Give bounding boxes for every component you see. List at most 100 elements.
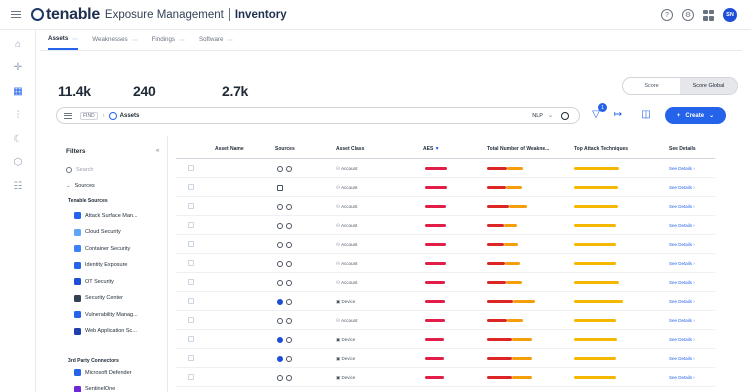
list-view-icon[interactable] — [64, 112, 72, 119]
row-checkbox[interactable] — [188, 355, 194, 361]
table-row[interactable]: ▣ Device See Details › — [176, 368, 715, 387]
sources-label: Sources — [74, 183, 95, 189]
filter-search[interactable]: Search — [66, 167, 93, 173]
analytics-icon[interactable]: ⫶ — [13, 111, 23, 121]
col-header-asset-name[interactable]: Asset Name — [215, 146, 244, 152]
see-details-link[interactable]: See Details › — [669, 299, 695, 304]
see-details-link[interactable]: See Details › — [669, 337, 695, 342]
source-filter-item[interactable]: Attack Surface Man... — [74, 212, 174, 219]
source-icon — [277, 166, 283, 172]
source-filter-item[interactable]: Security Center — [74, 294, 174, 302]
table-row[interactable]: ⚇ Account See Details › — [176, 159, 715, 178]
tab-weaknesses[interactable]: Weaknesses — [92, 35, 138, 50]
row-checkbox[interactable] — [188, 222, 194, 228]
source-filter-item[interactable]: Vulnerability Manag... — [74, 311, 174, 318]
col-header-aes[interactable]: AES ▼ — [423, 146, 440, 152]
row-checkbox[interactable] — [188, 203, 194, 209]
table-row[interactable]: ⚇ Account See Details › — [176, 311, 715, 330]
collapse-panel-icon[interactable]: « — [156, 148, 159, 154]
table-row[interactable]: ▣ Device See Details › — [176, 349, 715, 368]
see-details-link[interactable]: See Details › — [669, 356, 695, 361]
create-button[interactable]: + Create ⌄ — [665, 107, 726, 124]
see-details-link[interactable]: See Details › — [669, 223, 695, 228]
table-row[interactable]: ⚇ Account See Details › — [176, 178, 715, 197]
score-global-option[interactable]: Score Global — [680, 78, 737, 94]
nlp-mode-select[interactable]: NLP — [532, 113, 543, 119]
see-details-link[interactable]: See Details › — [669, 318, 695, 323]
col-header-sources[interactable]: Sources — [275, 146, 295, 152]
sources-group-toggle[interactable]: ⌄ Sources — [66, 183, 166, 189]
tab-software[interactable]: Software — [199, 35, 234, 50]
chevron-down-icon[interactable]: ⌄ — [548, 112, 553, 119]
asset-class: ⚇ Account — [336, 185, 357, 191]
chevron-right-icon: › — [693, 204, 695, 209]
columns-layout-icon[interactable]: ◫ — [640, 109, 652, 121]
user-avatar[interactable]: SN — [723, 8, 737, 22]
settings-gear-icon[interactable]: ⚙ — [682, 9, 694, 21]
see-details-link[interactable]: See Details › — [669, 185, 695, 190]
source-icon — [277, 242, 283, 248]
export-arrow-icon[interactable]: ↦ — [612, 109, 624, 121]
see-details-link[interactable]: See Details › — [669, 375, 695, 380]
reports-icon[interactable]: ☷ — [13, 182, 23, 192]
table-row[interactable]: ⚇ Account See Details › — [176, 254, 715, 273]
aes-bar — [425, 281, 445, 284]
see-details-link[interactable]: See Details › — [669, 204, 695, 209]
help-icon[interactable]: ? — [661, 9, 673, 21]
source-filter-item[interactable]: SentinelOne — [74, 385, 174, 392]
search-icon[interactable] — [561, 111, 569, 120]
table-row[interactable]: ⚇ Account See Details › — [176, 197, 715, 216]
source-filter-item[interactable]: Web Application Sc... — [74, 327, 174, 335]
source-filter-item[interactable]: Cloud Security — [74, 228, 174, 236]
score-option[interactable]: Score — [623, 78, 680, 94]
source-filter-item[interactable]: Microsoft Defender — [74, 369, 174, 376]
menu-icon[interactable] — [11, 10, 21, 19]
home-icon[interactable]: ⌂ — [13, 40, 23, 50]
table-row[interactable]: ⚇ Account See Details › — [176, 235, 715, 254]
see-details-link[interactable]: See Details › — [669, 261, 695, 266]
weakness-high-bar — [506, 281, 522, 284]
search-scope[interactable]: Assets — [120, 113, 140, 119]
row-checkbox[interactable] — [188, 374, 194, 380]
row-checkbox[interactable] — [188, 241, 194, 247]
row-checkbox[interactable] — [188, 298, 194, 304]
source-icon — [286, 318, 292, 324]
row-checkbox[interactable] — [188, 260, 194, 266]
row-checkbox[interactable] — [188, 317, 194, 323]
col-header-aes-label: AES — [423, 146, 434, 152]
top-bar: tenable Exposure Management Inventory ? … — [0, 0, 751, 30]
see-details-link[interactable]: See Details › — [669, 166, 695, 171]
row-checkbox[interactable] — [188, 165, 194, 171]
source-icon — [286, 337, 292, 343]
row-checkbox[interactable] — [188, 279, 194, 285]
source-icon — [74, 245, 81, 252]
asset-class-label: Account — [341, 318, 358, 323]
table-row[interactable]: ▣ Device See Details › — [176, 330, 715, 349]
row-checkbox[interactable] — [188, 184, 194, 190]
source-filter-item[interactable]: Container Security — [74, 245, 174, 252]
see-details-link[interactable]: See Details › — [669, 280, 695, 285]
tab-findings[interactable]: Findings — [152, 35, 185, 50]
table-row[interactable]: ⚇ Account See Details › — [176, 216, 715, 235]
crosshair-icon[interactable]: ✛ — [13, 63, 23, 73]
tab-assets[interactable]: Assets — [48, 35, 79, 50]
col-header-attack-techniques[interactable]: Top Attack Techniques — [574, 146, 628, 152]
col-header-asset-class[interactable]: Asset Class — [336, 146, 364, 152]
apps-grid-icon[interactable] — [703, 9, 714, 21]
tenable-sources-heading: Tenable Sources — [68, 198, 108, 204]
attack-techniques-bar — [574, 300, 623, 303]
shield-icon[interactable]: ⬡ — [13, 158, 23, 168]
row-checkbox[interactable] — [188, 336, 194, 342]
see-details-link[interactable]: See Details › — [669, 242, 695, 247]
asset-sources — [277, 318, 292, 324]
col-header-weaknesses[interactable]: Total Number of Weakne... — [487, 146, 549, 152]
source-filter-item[interactable]: OT Security — [74, 278, 174, 285]
source-filter-item[interactable]: Identity Exposure — [74, 261, 174, 269]
weakness-critical-bar — [487, 300, 513, 303]
inventory-icon[interactable]: ▦ — [7, 82, 29, 102]
exposure-icon[interactable]: ☾ — [13, 135, 23, 145]
table-row[interactable]: ⚇ Account See Details › — [176, 273, 715, 292]
search-input[interactable] — [148, 112, 449, 119]
table-row[interactable]: ▣ Device See Details › — [176, 292, 715, 311]
source-label: Cloud Security — [85, 229, 121, 235]
